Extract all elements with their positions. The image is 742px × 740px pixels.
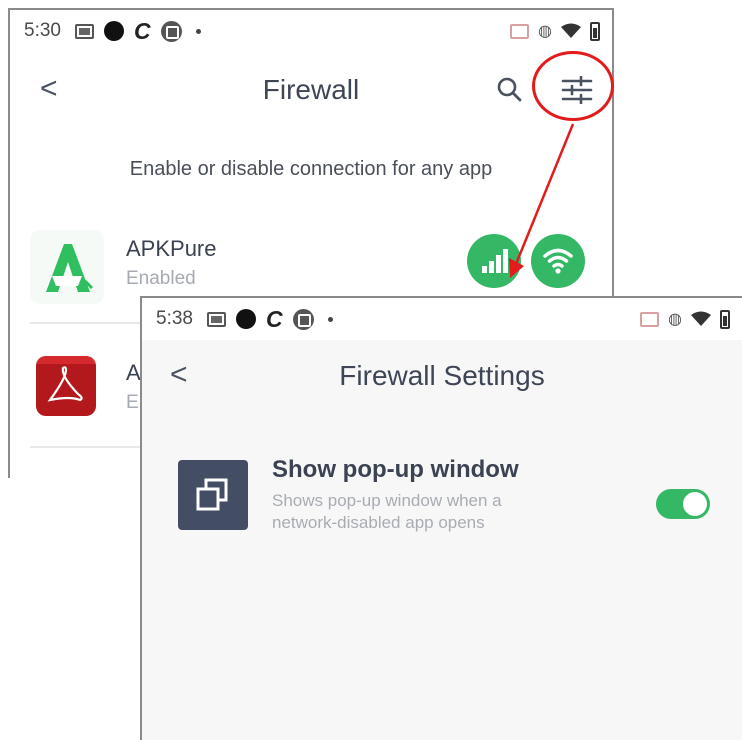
status-right: ◍ (640, 298, 730, 340)
vibrate-icon: ◍ (668, 311, 682, 328)
app-name: APKPure (126, 236, 217, 261)
apkpure-logo (30, 230, 104, 304)
more-notifications-icon (195, 28, 201, 34)
firewall-description: Enable or disable connection for any app (129, 158, 493, 180)
gallery-notification-icon (206, 311, 226, 327)
app-notification-icon (160, 20, 182, 42)
mobile-data-icon (482, 249, 508, 273)
cast-icon (510, 23, 530, 39)
mobile-data-toggle[interactable] (467, 234, 521, 288)
gallery-notification-icon (74, 23, 94, 39)
status-bar: 5:38 C ◍ (142, 298, 742, 340)
setting-description-line: network-disabled app opens (272, 513, 485, 532)
app-notification-icon (292, 308, 314, 330)
annotation-circle (532, 51, 614, 121)
setting-description: Shows pop-up window when a network-disab… (272, 490, 572, 534)
toggle-knob (683, 492, 707, 516)
search-icon[interactable] (496, 76, 522, 102)
status-right: ◍ (510, 10, 600, 52)
setting-title: Show pop-up window (272, 456, 519, 483)
app-name: A (126, 360, 141, 385)
wifi-status-icon (691, 311, 711, 326)
circle-notification-icon (235, 309, 256, 329)
battery-icon (590, 21, 600, 41)
status-time: 5:38 (156, 308, 193, 329)
adobe-acrobat-logo (36, 356, 96, 416)
status-bar: 5:30 C ◍ (10, 10, 612, 52)
battery-icon (720, 309, 730, 329)
firewall-settings-screen: 5:38 C ◍ < Firewall Settings Show pop-up… (140, 296, 742, 740)
show-popup-toggle[interactable] (656, 489, 710, 519)
setting-description-line: Shows pop-up window when a (272, 491, 502, 510)
app-status: Enabled (126, 268, 196, 289)
cast-icon (640, 311, 660, 327)
app-status: E (126, 392, 139, 413)
page-title: Firewall Settings (339, 360, 545, 391)
c-notification-icon: C (133, 17, 151, 44)
c-notification-icon: C (265, 305, 283, 332)
popup-window-icon (178, 460, 248, 530)
wifi-status-icon (561, 23, 581, 38)
status-time: 5:30 (24, 20, 61, 41)
vibrate-icon: ◍ (538, 23, 552, 40)
wifi-toggle[interactable] (531, 234, 585, 288)
more-notifications-icon (327, 316, 333, 322)
circle-notification-icon (103, 21, 124, 41)
wifi-icon (543, 248, 573, 274)
